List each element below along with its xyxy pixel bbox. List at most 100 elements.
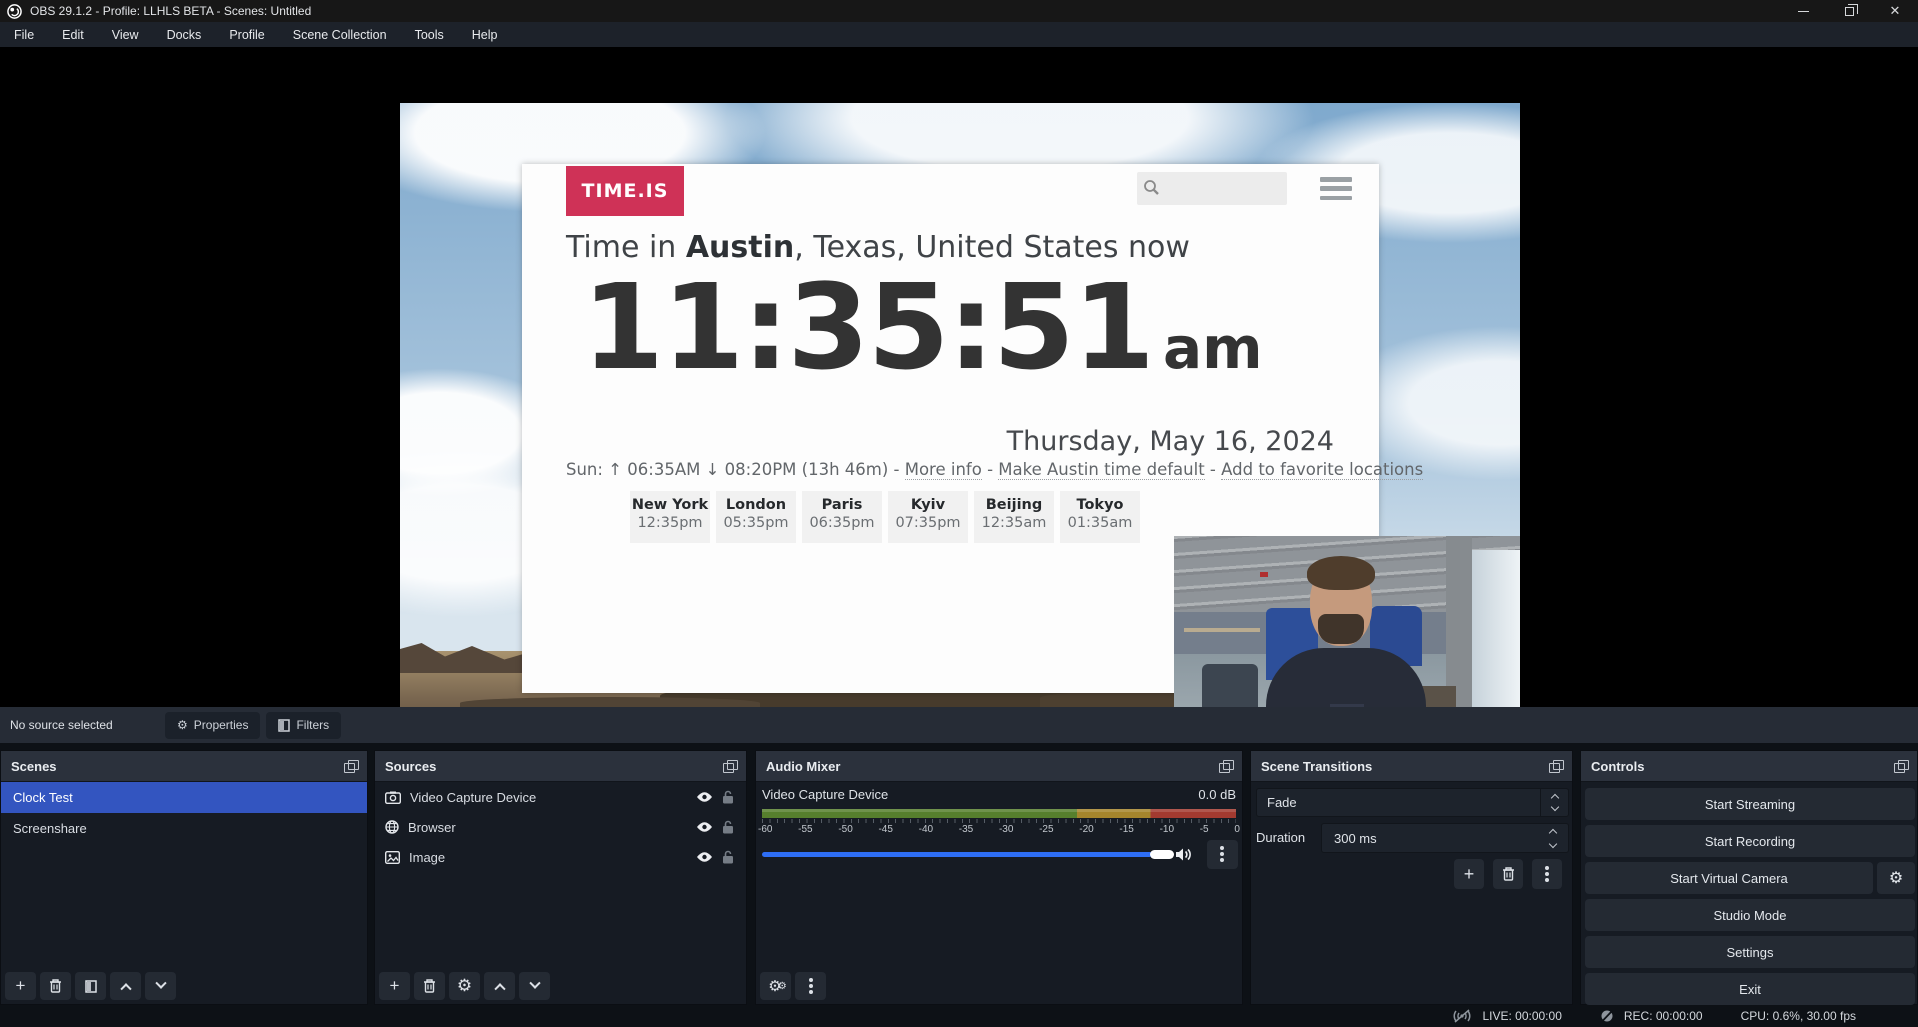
source-status-text: No source selected	[10, 718, 165, 732]
start-streaming-button[interactable]: Start Streaming	[1585, 788, 1915, 820]
properties-button[interactable]: ⚙ Properties	[165, 712, 260, 739]
transition-kebab-menu-button[interactable]	[1532, 859, 1562, 889]
city-card-kyiv[interactable]: Kyiv07:35pm	[888, 491, 968, 543]
hamburger-menu-icon[interactable]	[1320, 177, 1352, 200]
menu-docks[interactable]: Docks	[153, 22, 216, 47]
sources-dock-header[interactable]: Sources	[375, 751, 746, 782]
clock-meridiem: am	[1163, 319, 1263, 377]
scene-filters-button[interactable]	[75, 972, 106, 1000]
restore-button[interactable]	[1826, 0, 1872, 22]
mixer-menu-button[interactable]	[795, 972, 826, 1000]
remove-transition-button[interactable]	[1493, 859, 1523, 889]
visibility-eye-icon[interactable]	[696, 791, 713, 803]
volume-meter	[762, 809, 1236, 818]
popout-icon[interactable]	[723, 760, 738, 773]
mixer-channel-name: Video Capture Device	[762, 787, 888, 802]
scene-transitions-dock-header[interactable]: Scene Transitions	[1251, 751, 1572, 782]
lock-icon[interactable]	[722, 850, 734, 864]
preview-area: TIME.IS Time in Austin, Texas, United St…	[0, 47, 1918, 707]
move-scene-down-button[interactable]	[145, 972, 176, 1000]
menu-scene-collection[interactable]: Scene Collection	[279, 22, 401, 47]
popout-icon[interactable]	[1894, 760, 1909, 773]
make-default-link[interactable]: Make Austin time default	[998, 460, 1204, 480]
popout-icon[interactable]	[1219, 760, 1234, 773]
search-icon	[1143, 179, 1160, 196]
menu-edit[interactable]: Edit	[48, 22, 98, 47]
image-icon	[385, 851, 400, 864]
add-scene-button[interactable]: +	[5, 972, 36, 1000]
duration-label: Duration	[1256, 830, 1305, 845]
menu-file[interactable]: File	[0, 22, 48, 47]
mixer-level-db: 0.0 dB	[1198, 787, 1236, 802]
webcam-overlay[interactable]	[1174, 536, 1520, 736]
advanced-audio-button[interactable]: ⚙⚙	[760, 972, 791, 1000]
scenes-dock-header[interactable]: Scenes	[1, 751, 367, 782]
scene-item-screenshare[interactable]: Screenshare	[1, 813, 367, 844]
digital-clock: 11:35:51 am	[582, 268, 1342, 396]
duration-decrement-button[interactable]	[1549, 839, 1557, 847]
timeis-logo[interactable]: TIME.IS	[566, 166, 684, 216]
lock-icon[interactable]	[722, 790, 734, 804]
sun-info-line: Sun: ↑ 06:35AM ↓ 08:20PM (13h 46m) - Mor…	[566, 460, 1334, 479]
studio-mode-button[interactable]: Studio Mode	[1585, 899, 1915, 931]
virtual-camera-config-button[interactable]: ⚙	[1877, 862, 1915, 894]
menu-help[interactable]: Help	[458, 22, 512, 47]
menu-view[interactable]: View	[98, 22, 153, 47]
mixer-kebab-menu-button[interactable]	[1207, 840, 1239, 869]
popout-icon[interactable]	[344, 760, 359, 773]
source-properties-button[interactable]: ⚙	[449, 972, 480, 1000]
speaker-icon[interactable]	[1175, 847, 1193, 862]
move-source-down-button[interactable]	[519, 972, 550, 1000]
start-virtual-camera-button[interactable]: Start Virtual Camera	[1585, 862, 1873, 894]
obs-window: OBS 29.1.2 - Profile: LLHLS BETA - Scene…	[0, 0, 1918, 1027]
move-source-up-button[interactable]	[484, 972, 515, 1000]
remove-source-button[interactable]	[414, 972, 445, 1000]
city-card-london[interactable]: London05:35pm	[716, 491, 796, 543]
city-card-beijing[interactable]: Beijing12:35am	[974, 491, 1054, 543]
popout-icon[interactable]	[1549, 760, 1564, 773]
record-status-icon	[1600, 1009, 1614, 1023]
menu-tools[interactable]: Tools	[401, 22, 458, 47]
chevron-up-down-icon[interactable]	[1540, 789, 1568, 816]
status-bar: LIVE: 00:00:00 REC: 00:00:00 CPU: 0.6%, …	[0, 1005, 1918, 1027]
move-scene-up-button[interactable]	[110, 972, 141, 1000]
audio-mixer-dock-header[interactable]: Audio Mixer	[756, 751, 1242, 782]
meter-tick-marks	[762, 819, 1236, 823]
source-item-video-capture[interactable]: Video Capture Device	[375, 782, 746, 812]
camera-icon	[385, 791, 401, 804]
add-source-button[interactable]: +	[379, 972, 410, 1000]
obs-logo-icon	[7, 4, 22, 19]
program-canvas[interactable]: TIME.IS Time in Austin, Texas, United St…	[400, 103, 1520, 736]
start-recording-button[interactable]: Start Recording	[1585, 825, 1915, 857]
minimize-button[interactable]	[1780, 0, 1826, 22]
close-button[interactable]: ✕	[1872, 0, 1918, 22]
volume-slider-handle[interactable]	[1150, 850, 1174, 859]
scenes-dock: Scenes Clock Test Screenshare +	[0, 750, 368, 1005]
add-transition-button[interactable]: +	[1454, 859, 1484, 889]
more-info-link[interactable]: More info	[905, 460, 982, 480]
rec-time: REC: 00:00:00	[1624, 1009, 1703, 1023]
scene-item-clock-test[interactable]: Clock Test	[1, 782, 367, 813]
settings-button[interactable]: Settings	[1585, 936, 1915, 968]
remove-scene-button[interactable]	[40, 972, 71, 1000]
controls-dock-header[interactable]: Controls	[1581, 751, 1917, 782]
visibility-eye-icon[interactable]	[696, 821, 713, 833]
duration-spinbox[interactable]: 300 ms	[1321, 823, 1569, 853]
transition-select[interactable]: Fade	[1256, 788, 1569, 817]
duration-increment-button[interactable]	[1549, 828, 1557, 836]
audio-mixer-dock: Audio Mixer Video Capture Device 0.0 dB …	[755, 750, 1243, 1005]
add-favorite-link[interactable]: Add to favorite locations	[1221, 460, 1423, 480]
visibility-eye-icon[interactable]	[696, 851, 713, 863]
city-card-newyork[interactable]: New York12:35pm	[630, 491, 710, 543]
exit-button[interactable]: Exit	[1585, 973, 1915, 1005]
filters-button[interactable]: Filters	[266, 712, 341, 739]
sources-dock: Sources Video Capture Device Browser	[374, 750, 747, 1005]
city-card-paris[interactable]: Paris06:35pm	[802, 491, 882, 543]
gear-icon: ⚙	[177, 718, 188, 732]
menu-profile[interactable]: Profile	[215, 22, 278, 47]
volume-slider[interactable]	[762, 849, 1168, 859]
lock-icon[interactable]	[722, 820, 734, 834]
source-item-image[interactable]: Image	[375, 842, 746, 872]
source-item-browser[interactable]: Browser	[375, 812, 746, 842]
city-card-tokyo[interactable]: Tokyo01:35am	[1060, 491, 1140, 543]
